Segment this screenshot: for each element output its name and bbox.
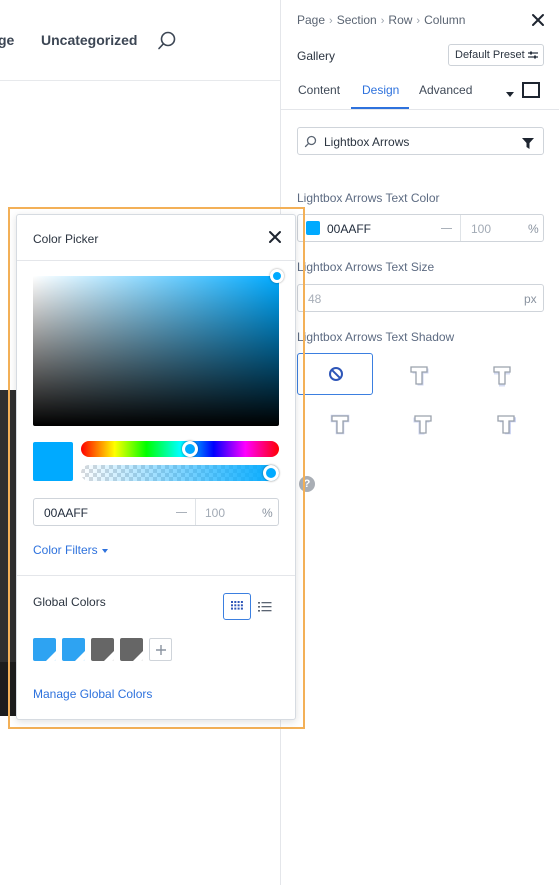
search-icon[interactable] bbox=[157, 30, 177, 52]
caret-down-icon bbox=[101, 548, 108, 553]
grid-view-button[interactable] bbox=[223, 593, 251, 620]
shadow-option-1[interactable] bbox=[380, 353, 456, 395]
current-color-swatch bbox=[33, 442, 73, 481]
shadow-option-none[interactable] bbox=[297, 353, 373, 395]
color-picker-title: Color Picker bbox=[33, 232, 99, 246]
saturation-handle[interactable] bbox=[270, 269, 284, 283]
opacity-handle[interactable] bbox=[263, 465, 279, 481]
corner-marker bbox=[46, 651, 56, 661]
text-shadow-preview-icon bbox=[413, 415, 432, 435]
dash-icon bbox=[441, 228, 452, 229]
grid-icon bbox=[231, 601, 243, 610]
text-shadow-preview-icon bbox=[330, 414, 350, 435]
corner-marker bbox=[104, 651, 114, 661]
nav-link-partial[interactable]: ge bbox=[0, 32, 14, 48]
manage-global-colors-link[interactable]: Manage Global Colors bbox=[33, 687, 152, 701]
text-shadow-preview-icon bbox=[497, 415, 516, 435]
global-color-swatch[interactable] bbox=[120, 638, 143, 661]
opacity-slider[interactable] bbox=[81, 465, 279, 481]
global-color-swatch[interactable] bbox=[91, 638, 114, 661]
picker-opacity-unit: % bbox=[262, 506, 273, 520]
breadcrumb-section[interactable]: Section bbox=[337, 13, 377, 27]
caret-down-icon[interactable] bbox=[505, 86, 515, 97]
filter-icon[interactable] bbox=[522, 136, 534, 149]
field-divider bbox=[195, 499, 196, 525]
color-filters-label: Color Filters bbox=[33, 543, 98, 557]
text-color-field: 00AAFF 100 % bbox=[297, 214, 544, 242]
global-colors-title: Global Colors bbox=[33, 595, 106, 609]
hue-handle[interactable] bbox=[182, 441, 198, 457]
picker-hex-input[interactable]: 00AAFF bbox=[44, 506, 88, 520]
close-icon[interactable] bbox=[268, 230, 282, 244]
close-icon[interactable] bbox=[530, 12, 546, 28]
square-view-icon[interactable] bbox=[522, 82, 540, 98]
text-size-placeholder: 48 bbox=[308, 292, 322, 306]
picker-opacity-input[interactable]: 100 bbox=[205, 506, 225, 520]
text-shadow-preview-icon bbox=[493, 366, 511, 387]
text-color-label: Lightbox Arrows Text Color bbox=[297, 191, 440, 205]
nav-link-uncategorized[interactable]: Uncategorized bbox=[41, 32, 137, 48]
shadow-option-3[interactable] bbox=[301, 402, 377, 444]
plus-icon bbox=[156, 645, 166, 655]
corner-marker bbox=[75, 651, 85, 661]
shadow-option-5[interactable] bbox=[467, 402, 543, 444]
picker-color-field: 00AAFF 100 % bbox=[33, 498, 279, 526]
preset-settings-icon bbox=[528, 50, 538, 60]
preset-label: Default Preset bbox=[455, 49, 525, 61]
breadcrumb-separator: › bbox=[329, 15, 333, 27]
options-search-input[interactable]: Lightbox Arrows bbox=[297, 127, 544, 155]
opacity-unit: % bbox=[528, 222, 539, 236]
module-title: Gallery bbox=[297, 49, 336, 63]
color-picker-popup: Color Picker 00AAFF 100 % Color Filters … bbox=[16, 214, 296, 720]
site-header: ge Uncategorized bbox=[0, 0, 280, 81]
breadcrumb-row[interactable]: Row bbox=[388, 13, 412, 27]
text-shadow-preview-icon bbox=[410, 366, 429, 386]
divider bbox=[17, 260, 295, 261]
breadcrumb-separator: › bbox=[416, 15, 421, 27]
shadow-option-2[interactable] bbox=[463, 353, 539, 395]
list-view-icon[interactable] bbox=[258, 600, 272, 612]
breadcrumb-separator: › bbox=[380, 15, 385, 27]
preset-button[interactable]: Default Preset bbox=[448, 44, 544, 66]
global-color-swatch[interactable] bbox=[62, 638, 85, 661]
field-divider bbox=[460, 215, 461, 241]
text-size-unit: px bbox=[524, 292, 537, 306]
text-shadow-label: Lightbox Arrows Text Shadow bbox=[297, 330, 455, 344]
text-color-hex-input[interactable]: 00AAFF bbox=[327, 222, 371, 236]
no-symbol-icon bbox=[329, 367, 343, 381]
breadcrumb: Page › Section › Row › Column bbox=[297, 13, 465, 27]
shadow-option-4[interactable] bbox=[384, 402, 460, 444]
tab-design[interactable]: Design bbox=[362, 83, 399, 97]
breadcrumb-column[interactable]: Column bbox=[424, 13, 465, 27]
corner-marker bbox=[133, 651, 143, 661]
color-filters-toggle[interactable]: Color Filters bbox=[33, 543, 108, 557]
color-swatch[interactable] bbox=[306, 221, 320, 235]
text-size-label: Lightbox Arrows Text Size bbox=[297, 260, 435, 274]
hue-slider[interactable] bbox=[81, 441, 279, 457]
dash-icon bbox=[176, 512, 187, 513]
tab-bar: Content Design Advanced bbox=[281, 75, 559, 110]
search-icon bbox=[304, 135, 317, 148]
text-color-opacity-input[interactable]: 100 bbox=[471, 222, 491, 236]
add-global-color-button[interactable] bbox=[149, 638, 172, 661]
global-color-swatch[interactable] bbox=[33, 638, 56, 661]
divider bbox=[17, 575, 295, 576]
tab-content[interactable]: Content bbox=[298, 83, 340, 97]
saturation-value-area[interactable] bbox=[33, 269, 284, 426]
breadcrumb-page[interactable]: Page bbox=[297, 13, 325, 27]
tab-advanced[interactable]: Advanced bbox=[419, 83, 472, 97]
search-value: Lightbox Arrows bbox=[324, 135, 410, 149]
active-tab-indicator bbox=[351, 107, 409, 109]
settings-panel: Page › Section › Row › Column Gallery Default … bbox=[280, 0, 559, 885]
text-size-input[interactable]: 48 px bbox=[297, 284, 544, 312]
